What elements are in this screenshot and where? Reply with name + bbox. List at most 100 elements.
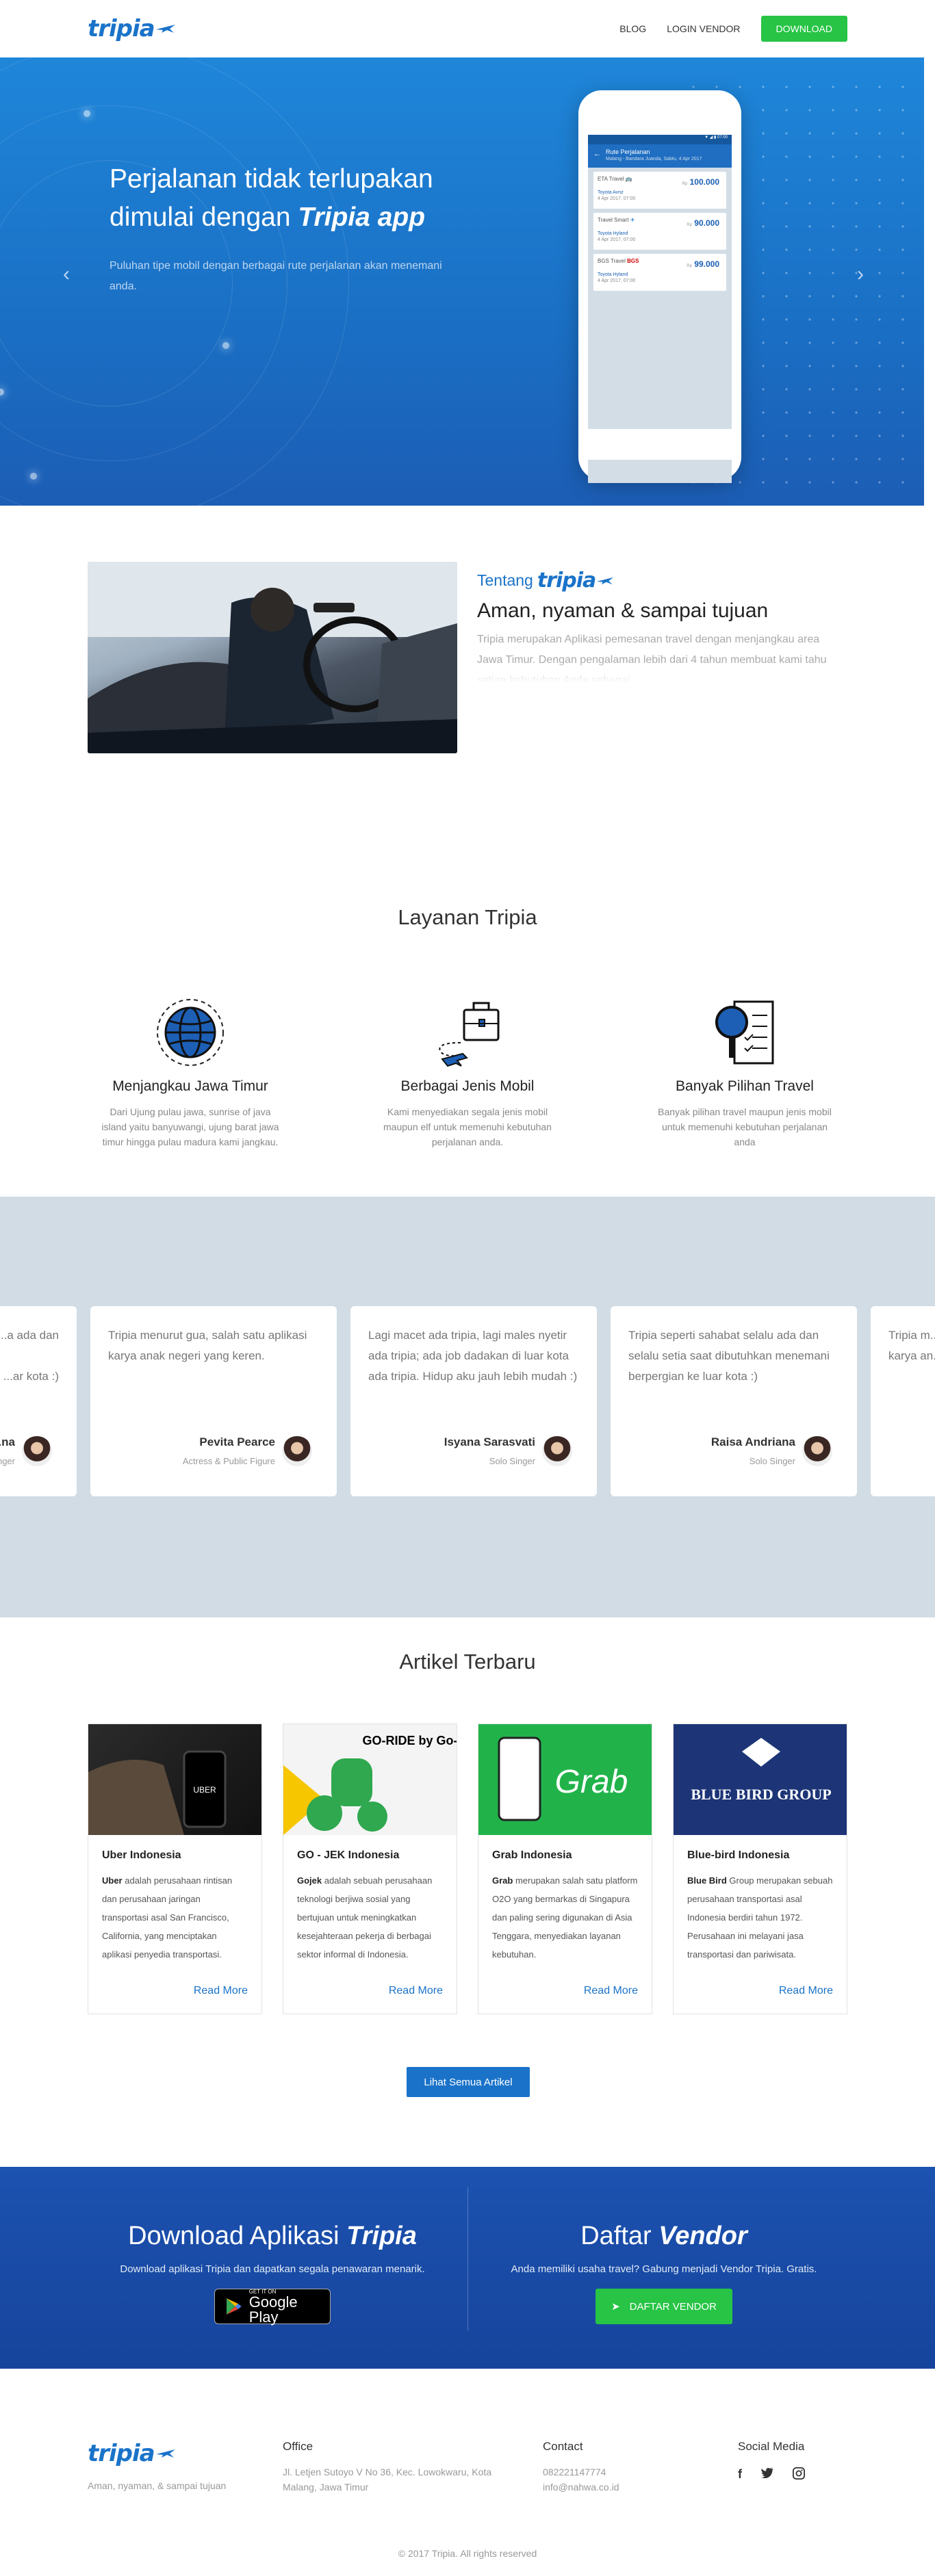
tripia-logo: tripia [537, 569, 615, 593]
testimonial-card[interactable]: Tripia m... karya an... [871, 1306, 935, 1496]
article-card[interactable]: BLUE BIRD GROUP Blue-bird Indonesia Blue… [673, 1723, 847, 2014]
plane-icon [155, 25, 175, 33]
testimonial-name: Isyana Sarasvati [444, 1435, 535, 1448]
travel-card[interactable]: BGS Travel BGS Rp 99.000 Toyota Hyland 4 … [593, 254, 726, 291]
divider [467, 2187, 468, 2331]
globe-icon [157, 999, 224, 1066]
service-item: Menjangkau Jawa Timur Dari Ujung pulau j… [88, 995, 293, 1149]
testimonial-quote: Lagi macet ada tripia, lagi males nyetir… [368, 1329, 578, 1383]
article-excerpt: Gojek adalah sebuah perusahaan teknologi… [297, 1875, 433, 1960]
download-vendor-section: Download Aplikasi Tripia Download aplika… [0, 2167, 935, 2369]
contact-phone[interactable]: 082221147774 [543, 2467, 606, 2477]
about-title: Aman, nyaman & sampai tujuan [477, 599, 769, 622]
avatar [542, 1436, 572, 1466]
article-image: UBER [88, 1724, 261, 1835]
plane-logo-icon: ✈ [630, 217, 635, 223]
testimonial-card[interactable]: Lagi macet ada tripia, lagi males nyetir… [350, 1306, 597, 1496]
nav-download-button[interactable]: DOWNLOAD [760, 16, 847, 42]
google-play-icon [226, 2298, 242, 2315]
download-app-block: Download Aplikasi Tripia Download aplika… [81, 2222, 464, 2324]
hero-title: Perjalanan tidak terlupakan dimulai denga… [110, 164, 433, 232]
plane-icon [597, 577, 614, 584]
testimonial-name: Raisa Andriana [710, 1435, 795, 1448]
avatar [282, 1436, 312, 1466]
about-text: Tentang tripia Aman, nyaman & sampai tuj… [477, 569, 847, 683]
briefcase-plane-icon [439, 1002, 500, 1067]
search-checklist-icon [715, 1000, 774, 1065]
twitter-icon[interactable] [761, 2467, 773, 2478]
article-excerpt: Uber adalah perusahaan rintisan dan peru… [102, 1875, 233, 1960]
avatar [22, 1436, 52, 1466]
testimonial-card[interactable]: Tripia seperti sahabat selalu ada dan se… [611, 1306, 857, 1496]
article-title: Blue-bird Indonesia [687, 1849, 790, 1861]
carousel-next-arrow[interactable]: › [857, 263, 864, 286]
bgs-logo-icon: BGS [627, 258, 639, 264]
carousel-prev-arrow[interactable]: ‹ [63, 263, 70, 286]
top-navbar: tripia BLOG LOGIN VENDOR DOWNLOAD [0, 0, 935, 57]
footer: tripia Aman, nyaman, & sampai tujuan Off… [0, 2369, 935, 2574]
phone-mockup: ▼ ◢ ▮ 07:00 ← Rute Perjalanan Malang - Ban… [578, 90, 741, 483]
download-title: Download Aplikasi Tripia [128, 2222, 417, 2250]
article-card[interactable]: Grab Grab Indonesia Grab merupakan salah… [478, 1723, 652, 2014]
article-image: BLUE BIRD GROUP [674, 1724, 847, 1835]
article-card[interactable]: GO-RIDE by Go-Jek GO - JEK Indonesia Goj… [283, 1723, 457, 2014]
nav-links: BLOG LOGIN VENDOR DOWNLOAD [619, 16, 847, 42]
app-header: ← Rute Perjalanan Malang - Bandara Juanda,… [588, 144, 732, 168]
section-title: Layanan Tripia [398, 905, 537, 929]
svg-text:BLUE BIRD GROUP: BLUE BIRD GROUP [691, 1786, 831, 1803]
read-more-link[interactable]: Read More [584, 1985, 638, 1997]
article-image: Grab [478, 1724, 652, 1835]
article-title: Grab Indonesia [492, 1849, 572, 1861]
testimonial-carousel: ...a ada dan ...ar kota :) ...na...nger … [0, 1197, 935, 1617]
register-vendor-button[interactable]: ➤ DAFTAR VENDOR [595, 2289, 732, 2324]
about-description: Tripia merupakan Aplikasi pemesanan trav… [477, 634, 827, 683]
back-arrow-icon[interactable]: ← [593, 150, 601, 158]
phone-bottom-area [588, 460, 732, 483]
nav-login-vendor-link[interactable]: LOGIN VENDOR [667, 23, 740, 34]
read-more-link[interactable]: Read More [194, 1985, 248, 1997]
google-play-button[interactable]: GET IT ON Google Play [214, 2289, 331, 2324]
footer-tagline: Aman, nyaman, & sampai tujuan [88, 2480, 227, 2491]
travel-card[interactable]: ETA Travel 🚌 Rp 100.000 Toyota Avnz 4 Apr… [593, 172, 726, 209]
instagram-icon[interactable] [793, 2467, 805, 2480]
testimonial-name: Pevita Pearce [199, 1435, 275, 1448]
avatar [802, 1436, 832, 1466]
articles-section: Artikel Terbaru UBER Uber Indonesia Uber… [0, 1617, 935, 2167]
plane-icon [155, 2449, 175, 2458]
testimonial-card[interactable]: ...a ada dan ...ar kota :) ...na...nger [0, 1306, 77, 1496]
paper-plane-icon: ➤ [611, 2301, 620, 2313]
article-excerpt: Blue Bird Group merupakan sebuah perusah… [687, 1875, 833, 1960]
hero-carousel: Perjalanan tidak terlupakan dimulai denga… [0, 57, 924, 506]
hero-text: Perjalanan tidak terlupakan dimulai denga… [110, 160, 465, 297]
section-title: Artikel Terbaru [399, 1650, 536, 1674]
car-interior-illustration [88, 562, 457, 753]
about-section: Tentang tripia Aman, nyaman & sampai tuj… [0, 506, 935, 848]
read-more-link[interactable]: Read More [779, 1985, 833, 1997]
decor-dot [84, 110, 90, 117]
vendor-block: Daftar Vendor Anda memiliki usaha travel… [472, 2222, 856, 2324]
services-section: Layanan Tripia Menjangkau Jawa Timur Dar… [0, 848, 935, 1197]
article-title: Uber Indonesia [102, 1849, 181, 1861]
facebook-icon[interactable]: f [738, 2467, 742, 2482]
article-excerpt: Grab merupakan salah satu platform O2O y… [492, 1875, 638, 1960]
tripia-logo[interactable]: tripia [88, 15, 177, 42]
service-item: Banyak Pilihan Travel Banyak pilihan tra… [642, 995, 847, 1149]
status-bar: ▼ ◢ ▮ 07:00 [588, 135, 732, 144]
article-card[interactable]: UBER Uber Indonesia Uber adalah perusaha… [88, 1723, 262, 2014]
travel-card[interactable]: Travel Smart ✈ Rp 90.000 Toyota Hyland 4 … [593, 213, 726, 250]
driver-photo [88, 562, 457, 753]
svg-text:Grab: Grab [555, 1764, 628, 1800]
phone-screen: ▼ ◢ ▮ 07:00 ← Rute Perjalanan Malang - Ban… [588, 135, 732, 483]
tripia-logo[interactable]: tripia [88, 2440, 226, 2467]
contact-email[interactable]: info@nahwa.co.id [543, 2482, 619, 2493]
about-label: Tentang tripia [477, 569, 847, 593]
testimonial-quote: Tripia menurut gua, salah satu aplikasi … [108, 1329, 307, 1362]
all-articles-button[interactable]: Lihat Semua Artikel [407, 2067, 530, 2097]
vendor-title: Daftar Vendor [580, 2222, 747, 2250]
decor-dot [30, 473, 37, 480]
read-more-link[interactable]: Read More [389, 1985, 443, 1997]
service-item: Berbagai Jenis Mobil Kami menyediakan se… [365, 995, 570, 1149]
testimonial-card[interactable]: Tripia menurut gua, salah satu aplikasi … [90, 1306, 337, 1496]
svg-text:UBER: UBER [193, 1785, 216, 1795]
nav-blog-link[interactable]: BLOG [619, 23, 646, 34]
